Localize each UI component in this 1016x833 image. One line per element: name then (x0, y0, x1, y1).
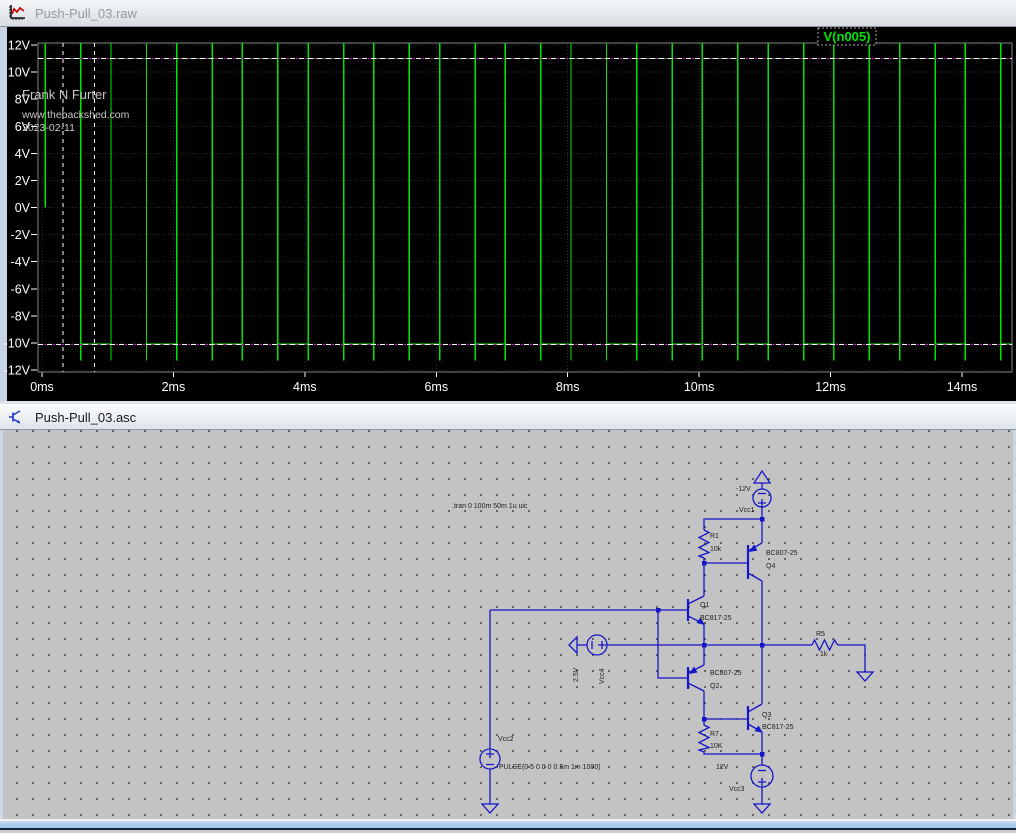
watermark-date: 2023-02-11 (22, 122, 75, 134)
y-axis-label: -10V (4, 336, 31, 350)
left-flag-icon[interactable] (569, 637, 577, 653)
schematic-titlebar: Push-Pull_03.asc (0, 404, 1016, 430)
wire[interactable] (704, 519, 762, 530)
waveform-plot[interactable]: 0ms2ms4ms6ms8ms10ms12ms14ms12V10V8V6V4V2… (0, 27, 1016, 401)
ground-icon[interactable] (482, 804, 498, 813)
q1-value[interactable]: BC817-25 (700, 615, 732, 622)
transistor-Q3[interactable] (748, 704, 763, 733)
x-axis-label: 6ms (424, 380, 448, 394)
vcc4-name[interactable]: Vcc4 (599, 668, 606, 684)
spice-directive[interactable]: .tran 0 100m 50m 1u uic (452, 503, 528, 510)
y-axis-label: 12V (8, 39, 31, 53)
r7-value[interactable]: 10K (710, 743, 723, 750)
resistor-R7[interactable] (699, 725, 709, 752)
q1-name[interactable]: Q1 (700, 602, 709, 609)
voltage-source-Vcc2[interactable] (480, 749, 500, 769)
y-axis-label: -12V (4, 364, 31, 378)
r5-value[interactable]: 1k (820, 651, 828, 658)
y-axis-label: 2V (15, 174, 31, 188)
wire[interactable] (838, 645, 865, 672)
wire[interactable] (704, 558, 748, 563)
ground-icon[interactable] (857, 672, 873, 681)
wire[interactable] (658, 610, 688, 678)
vcc3-name[interactable]: Vcc3 (729, 786, 745, 793)
q3-name[interactable]: Q3 (762, 712, 771, 719)
legend-trace-label[interactable]: V(n005) (824, 29, 871, 44)
resistor-R5[interactable] (812, 640, 838, 650)
window-bottom-border (0, 819, 1016, 832)
transistor-Q4[interactable] (748, 543, 762, 581)
r7-name[interactable]: R7 (710, 731, 719, 738)
x-axis-label: 0ms (30, 380, 54, 394)
vcc1-value[interactable]: -12V (736, 486, 751, 493)
vcc2-value[interactable]: PULSE(0 5 0 0 0 0.5m 1m 1000) (499, 764, 601, 771)
y-axis-label: -4V (11, 255, 31, 269)
y-axis-label: -6V (11, 282, 31, 296)
resistor-R1[interactable] (699, 530, 709, 558)
x-axis-label: 14ms (947, 380, 978, 394)
r1-value[interactable]: 10k (710, 546, 722, 553)
vcc1-name[interactable]: Vcc1 (739, 507, 755, 514)
trace-V(n005)[interactable] (38, 43, 1012, 361)
transistor-Q2[interactable] (688, 665, 704, 691)
waveform-file-icon[interactable] (8, 5, 26, 21)
x-axis-label: 2ms (162, 380, 186, 394)
schematic-canvas[interactable]: .tran 0 100m 50m 1u uic -12V Vcc1 R1 10k… (0, 430, 1016, 819)
ground-icon[interactable] (754, 804, 770, 813)
y-axis-label: 0V (15, 201, 31, 215)
y-axis-label: -2V (11, 228, 31, 242)
waveform-titlebar: Push-Pull_03.raw (0, 0, 1016, 27)
x-axis-label: 10ms (684, 380, 715, 394)
voltage-source-Vcc3[interactable] (751, 765, 773, 787)
watermark-author: Frank N Furter (22, 87, 107, 102)
r5-name[interactable]: R5 (816, 631, 825, 638)
vcc4-value[interactable]: 2.5V (573, 667, 580, 682)
schematic-title: Push-Pull_03.asc (35, 410, 136, 425)
waveform-client-area: 0ms2ms4ms6ms8ms10ms12ms14ms12V10V8V6V4V2… (0, 27, 1016, 401)
waveform-title: Push-Pull_03.raw (35, 6, 137, 21)
power-flag-icon[interactable] (754, 471, 770, 483)
q2-name[interactable]: Q2 (710, 683, 719, 690)
voltage-source-Vcc4[interactable] (587, 635, 607, 655)
q2-value[interactable]: BC807-25 (710, 670, 742, 677)
y-axis-label: -8V (11, 309, 31, 323)
q3-value[interactable]: BC817-25 (762, 724, 794, 731)
y-axis-label: 10V (8, 66, 31, 80)
waveform-window: Push-Pull_03.raw 0ms 2ms 4ms 6ms 8ms 10ms 12ms… (0, 0, 1016, 401)
q4-name[interactable]: Q4 (766, 563, 775, 570)
vcc3-value[interactable]: 12V (716, 764, 729, 771)
voltage-source-Vcc1[interactable] (753, 489, 771, 507)
x-axis-label: 12ms (815, 380, 846, 394)
x-axis-label: 4ms (293, 380, 317, 394)
schematic-window: Push-Pull_03.asc (0, 404, 1016, 832)
y-axis-label: 4V (15, 147, 31, 161)
wire[interactable] (704, 752, 762, 754)
vcc2-name[interactable]: Vcc2 (498, 736, 514, 743)
wires[interactable] (490, 483, 865, 804)
watermark-website: www.thebackshed.com (21, 109, 130, 121)
schematic-file-icon[interactable] (8, 409, 26, 425)
r1-name[interactable]: R1 (710, 533, 719, 540)
q4-value[interactable]: BC807-25 (766, 550, 798, 557)
x-axis-label: 8ms (556, 380, 580, 394)
